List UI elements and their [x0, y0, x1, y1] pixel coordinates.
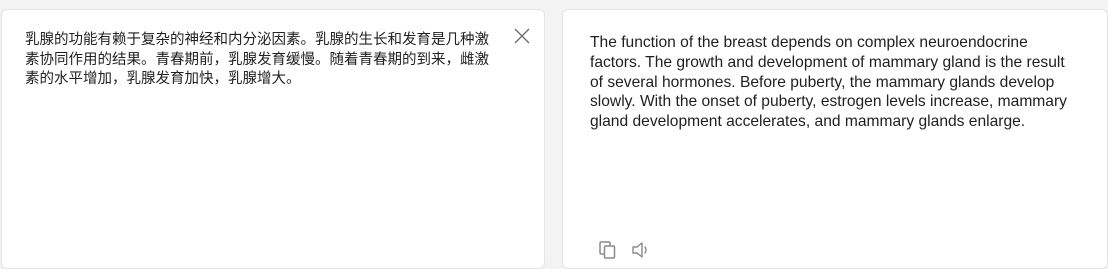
- close-icon: [514, 28, 530, 44]
- copy-icon: [599, 241, 616, 259]
- source-text[interactable]: 乳腺的功能有赖于复杂的神经和内分泌因素。乳腺的生长和发育是几种激素协同作用的结果…: [25, 31, 495, 90]
- translated-text: The function of the breast depends on co…: [590, 34, 1067, 131]
- translation-panel: The function of the breast depends on co…: [562, 9, 1108, 269]
- copy-button[interactable]: [596, 239, 620, 261]
- speaker-icon: [632, 242, 647, 258]
- clear-source-button[interactable]: [511, 25, 533, 47]
- source-text-panel[interactable]: 乳腺的功能有赖于复杂的神经和内分泌因素。乳腺的生长和发育是几种激素协同作用的结果…: [1, 9, 545, 269]
- listen-button[interactable]: [630, 239, 654, 261]
- translation-actions: [596, 239, 654, 261]
